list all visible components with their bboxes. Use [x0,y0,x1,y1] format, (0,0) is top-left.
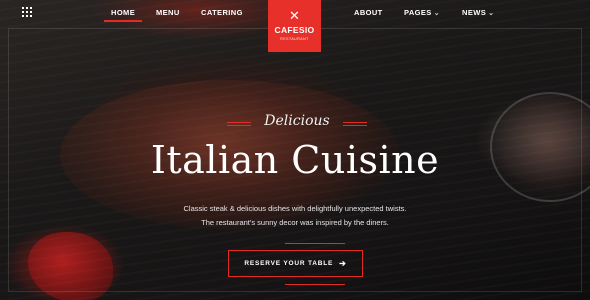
brand-logo[interactable]: ✕ CAFESIO RESTAURANT [268,0,321,52]
nav-pages-label: PAGES [404,8,432,17]
cta-divider-bottom [285,284,345,285]
pepper-image [28,232,113,300]
nav-home[interactable]: HOME [103,8,143,22]
reserve-table-button[interactable]: RESERVE YOUR TABLE ➔ [228,250,363,277]
cta-divider-top [285,243,345,244]
hero-description-line1: Classic steak & delicious dishes with de… [183,204,407,213]
reserve-table-label: RESERVE YOUR TABLE [244,260,334,267]
arrow-right-icon: ➔ [339,259,347,268]
nav-about-label: ABOUT [354,8,383,17]
nav-menu-label: MENU [156,8,180,17]
fork-knife-icon: ✕ [289,8,300,23]
decorative-lines-right [343,122,367,127]
brand-name: CAFESIO [274,25,315,35]
grid-icon[interactable] [22,7,32,17]
nav-home-label: HOME [111,8,136,17]
hero-subtitle-group: Delicious [222,113,372,133]
brand-tagline: RESTAURANT [280,37,309,41]
hero-description-line2: The restaurant's sunny decor was inspire… [201,218,389,227]
nav-menu[interactable]: MENU [156,8,180,17]
nav-catering[interactable]: CATERING [201,8,243,17]
nav-pages[interactable]: PAGES ⌄ [404,8,440,17]
hero-headline: Italian Cuisine [150,138,440,182]
chevron-down-icon: ⌄ [433,10,440,17]
nav-news-label: NEWS [462,8,487,17]
chevron-down-icon: ⌄ [488,10,495,17]
nav-about[interactable]: ABOUT [354,8,383,17]
nav-catering-label: CATERING [201,8,243,17]
nav-news[interactable]: NEWS ⌄ [462,8,494,17]
spice-bowl-image [490,92,590,202]
